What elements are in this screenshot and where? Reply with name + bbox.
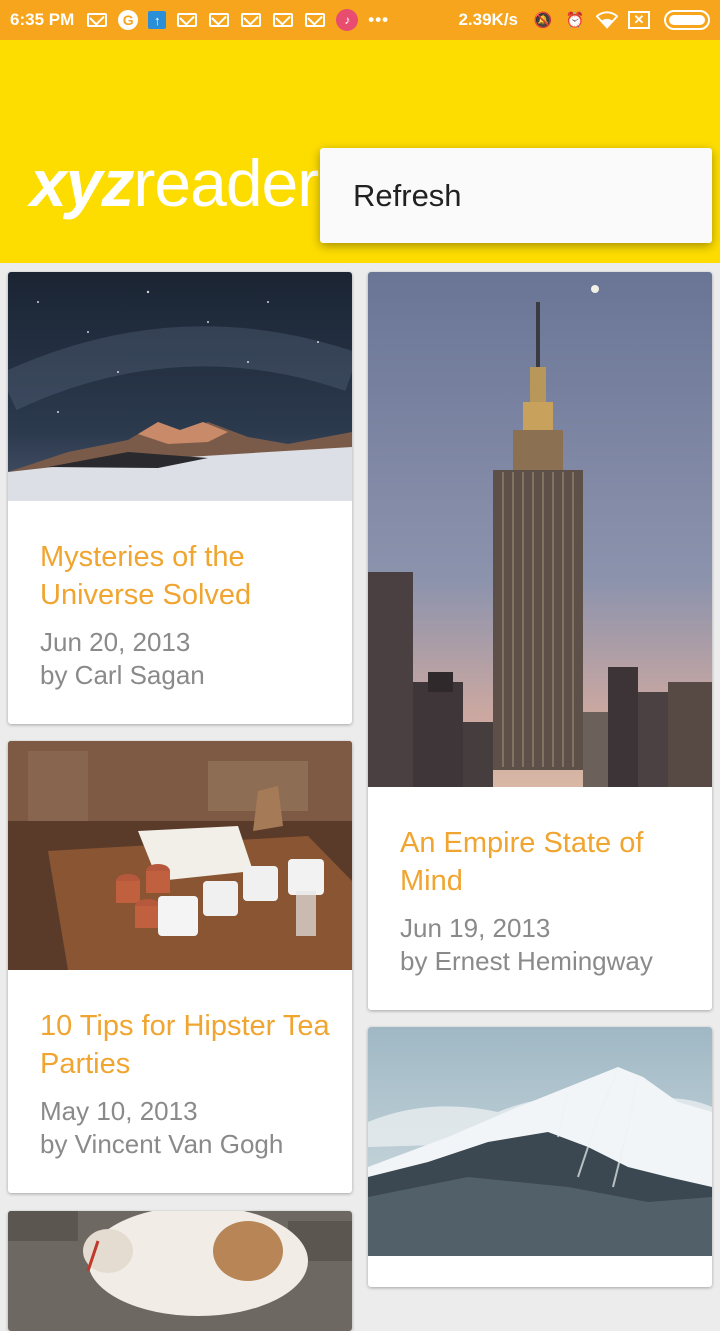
- article-card[interactable]: An Empire State of Mind Jun 19, 2013 by …: [368, 272, 712, 1010]
- network-speed: 2.39K/s: [458, 10, 518, 29]
- sim-icon: ✕: [628, 11, 650, 29]
- article-thumbnail: [8, 741, 352, 970]
- article-date: Jun 20, 2013: [40, 627, 191, 657]
- google-icon: G: [118, 10, 139, 30]
- status-time: 6:35 PM: [10, 10, 75, 29]
- upload-icon: ↑: [148, 11, 167, 29]
- app-logo: xyzreader: [30, 150, 319, 216]
- more-dots-icon: •••: [368, 10, 390, 29]
- article-author: by Vincent Van Gogh: [40, 1129, 284, 1159]
- article-date: Jun 19, 2013: [400, 913, 551, 943]
- article-title: 10 Tips for Hipster Tea Parties: [40, 1010, 330, 1080]
- article-card[interactable]: Mysteries of the Universe Solved Jun 20,…: [8, 272, 352, 724]
- article-author: by Carl Sagan: [40, 660, 205, 690]
- article-card[interactable]: [368, 1027, 712, 1287]
- mute-icon: 🔕: [533, 12, 553, 29]
- overflow-menu: Refresh: [320, 148, 712, 243]
- article-thumbnail: [368, 1027, 712, 1256]
- article-thumbnail: [368, 272, 712, 787]
- gmail-icon: [240, 9, 262, 31]
- menu-item-refresh[interactable]: Refresh: [353, 178, 462, 214]
- gmail-icon: [304, 9, 326, 31]
- article-thumbnail: [8, 272, 352, 501]
- article-thumbnail: [8, 1211, 352, 1331]
- music-icon: ♪: [336, 9, 359, 31]
- article-card[interactable]: [8, 1211, 352, 1331]
- gmail-icon: [86, 9, 108, 31]
- article-title: An Empire State of Mind: [400, 827, 644, 897]
- article-title: Mysteries of the Universe Solved: [40, 541, 252, 611]
- article-author: by Ernest Hemingway: [400, 946, 653, 976]
- logo-thin-text: reader: [133, 146, 319, 220]
- gmail-icon: [176, 9, 198, 31]
- gmail-icon: [272, 9, 294, 31]
- battery-icon: [664, 10, 710, 30]
- alarm-icon: ⏰: [565, 12, 585, 29]
- status-bar: 6:35 PM G ↑ ♪ ••• 2.39K/s 🔕 ⏰ ✕: [0, 0, 720, 40]
- gmail-icon: [208, 9, 230, 31]
- logo-bold-text: xyz: [30, 146, 134, 220]
- wifi-icon: [596, 9, 618, 31]
- article-date: May 10, 2013: [40, 1096, 198, 1126]
- article-card[interactable]: 10 Tips for Hipster Tea Parties May 10, …: [8, 741, 352, 1193]
